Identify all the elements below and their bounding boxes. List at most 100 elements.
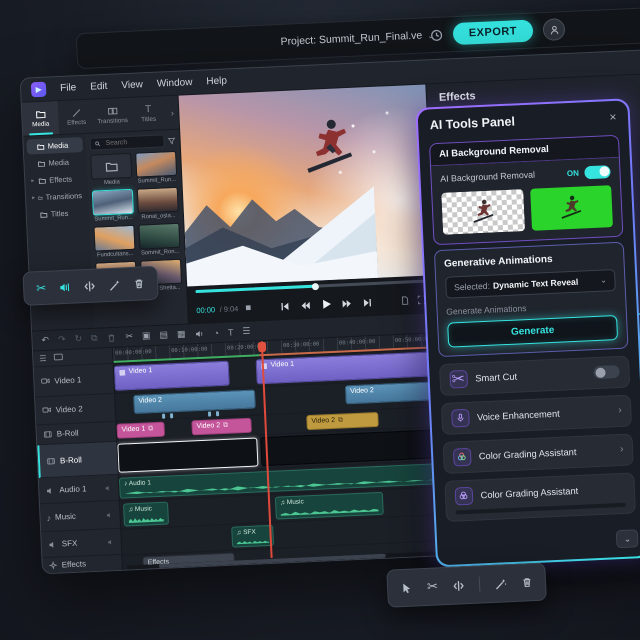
split-icon[interactable]: [83, 279, 97, 293]
cut-icon[interactable]: ✂: [125, 331, 133, 342]
tab-titles[interactable]: T Titles: [130, 96, 167, 131]
smart-cut-toggle[interactable]: [593, 365, 621, 380]
select-cursor-icon[interactable]: [400, 581, 414, 595]
track-header-effects[interactable]: Effects: [42, 554, 123, 575]
generate-button[interactable]: Generate: [446, 314, 619, 348]
voice-enhancement-row[interactable]: Voice Enhancement ›: [440, 394, 633, 435]
clip-music[interactable]: ♫ Music: [274, 491, 384, 520]
tree-item-effects[interactable]: ▸ Effects: [28, 171, 85, 189]
clip-overlay[interactable]: Video 2 ⧉: [306, 411, 379, 431]
text-tool-icon[interactable]: T: [228, 327, 234, 337]
clip-sfx[interactable]: ♫ SFX: [231, 524, 275, 548]
search-input[interactable]: [89, 134, 165, 151]
greenscreen-preview-thumb[interactable]: [529, 184, 614, 231]
audio-detach-icon[interactable]: [58, 280, 72, 294]
refresh-icon[interactable]: ↻: [74, 333, 82, 344]
magic-wand-icon[interactable]: [108, 278, 122, 292]
project-title[interactable]: Project: Summit_Run_Final.ve ⌄: [280, 18, 435, 59]
history-icon[interactable]: [430, 28, 444, 42]
media-item-folder[interactable]: Media: [90, 152, 133, 187]
trash-icon[interactable]: [521, 576, 534, 589]
tree-item-titles[interactable]: Titles: [29, 205, 86, 223]
skip-end-icon[interactable]: [362, 297, 373, 308]
undo-icon[interactable]: ↶: [41, 335, 49, 346]
clip-overlay[interactable]: Video 1 ⧉: [116, 421, 166, 439]
media-item[interactable]: Sommit_Ron...: [138, 222, 181, 257]
track-list-icon[interactable]: ☰: [39, 354, 47, 363]
cut-icon[interactable]: ✂: [36, 281, 47, 295]
clip-toolbar: ✂: [22, 265, 159, 306]
smart-cut-row[interactable]: ✂ Smart Cut: [438, 355, 631, 396]
image-icon[interactable]: ▦: [177, 329, 186, 340]
menu-view[interactable]: View: [121, 79, 143, 91]
folder-icon: [40, 212, 48, 218]
stop-icon[interactable]: [244, 304, 252, 312]
folder-icon: [37, 144, 45, 150]
folder-thumb: [90, 152, 133, 180]
video-viewport[interactable]: [178, 84, 434, 287]
menu-help[interactable]: Help: [206, 75, 227, 87]
tabs-overflow-chevron[interactable]: ›: [166, 96, 179, 130]
clip-video1[interactable]: ▦ Video 1: [113, 360, 230, 391]
scissors-icon: ✂: [448, 369, 468, 389]
tree-item-transitions[interactable]: ▸ Transitions: [29, 188, 86, 206]
trash-icon[interactable]: [133, 277, 146, 290]
clip-overlay[interactable]: Video 2 ⧉: [191, 417, 252, 436]
track-header-music[interactable]: ♪ Music: [39, 501, 121, 533]
media-item-selected[interactable]: Summit_Run...: [91, 188, 134, 223]
avatar[interactable]: [542, 18, 566, 42]
ai-panel-title: AI Tools Panel: [429, 114, 516, 132]
copy-icon[interactable]: ⧉: [91, 333, 98, 344]
menu-window[interactable]: Window: [157, 77, 193, 90]
skip-start-icon[interactable]: [279, 300, 290, 311]
frames-icon[interactable]: ▤: [159, 329, 168, 340]
tab-transitions[interactable]: Transitions: [94, 98, 131, 133]
delete-icon[interactable]: [106, 332, 116, 342]
tree-item-media[interactable]: Media: [26, 137, 84, 155]
redo-icon[interactable]: ↷: [58, 334, 66, 345]
bg-removal-toggle[interactable]: [584, 164, 612, 179]
titles-icon: T: [144, 103, 152, 115]
color-grading-progress-row[interactable]: Color Grading Assistant: [443, 471, 637, 522]
animation-dropdown[interactable]: Selected: Dynamic Text Reveal ⌄: [444, 268, 617, 299]
close-icon[interactable]: ×: [609, 109, 617, 123]
bg-removal-section: AI Background Removal AI Background Remo…: [428, 134, 624, 245]
forward-icon[interactable]: [341, 297, 353, 309]
track-header-video2[interactable]: Video 2: [35, 393, 116, 426]
audio-icon[interactable]: [194, 328, 204, 338]
tab-media[interactable]: Media: [21, 101, 60, 136]
cut-icon[interactable]: ✂: [427, 578, 439, 594]
monitor-icon[interactable]: [53, 354, 64, 362]
play-icon[interactable]: [320, 298, 333, 311]
track-header-sfx[interactable]: SFX: [41, 528, 122, 559]
panel-scroll-down-button[interactable]: ⌄: [616, 529, 639, 549]
menu-edit[interactable]: Edit: [90, 81, 108, 93]
split-icon[interactable]: [452, 579, 466, 593]
export-button[interactable]: EXPORT: [452, 19, 534, 46]
filmstrip-clip-selected[interactable]: [117, 437, 259, 473]
tab-effects[interactable]: Effects: [58, 100, 95, 135]
media-item[interactable]: Ronat_osla...: [136, 186, 179, 221]
tree-item-media-2[interactable]: Media: [27, 154, 84, 172]
transparent-preview-thumb[interactable]: [440, 188, 525, 235]
media-item[interactable]: Fundcultans...: [93, 224, 136, 259]
settings-sliders-icon[interactable]: ☰: [242, 326, 251, 337]
chevron-right-icon: ›: [619, 443, 624, 456]
clip-music[interactable]: ♫ Music: [123, 501, 170, 527]
seek-knob[interactable]: [311, 282, 320, 290]
crop-icon[interactable]: ▣: [142, 330, 151, 341]
filter-icon[interactable]: [167, 136, 176, 144]
color-grading-row[interactable]: Color Grading Assistant ›: [442, 432, 635, 474]
app-logo: ▶: [30, 81, 47, 98]
track-header-audio1[interactable]: Audio 1: [38, 475, 119, 505]
clock-icon[interactable]: ◔: [213, 328, 219, 338]
track-header-video1[interactable]: Video 1: [33, 363, 115, 398]
rewind-icon[interactable]: [299, 299, 311, 311]
media-item[interactable]: Summit_Run...: [135, 150, 178, 185]
menu-file[interactable]: File: [60, 82, 77, 94]
magic-wand-icon[interactable]: [494, 577, 508, 591]
track-header-broll-selected[interactable]: B-Roll: [37, 441, 118, 479]
snapshot-icon[interactable]: [400, 295, 410, 305]
generative-animations-section: Generative Animations Selected: Dynamic …: [433, 241, 629, 357]
clip-video2[interactable]: Video 2: [133, 389, 256, 415]
